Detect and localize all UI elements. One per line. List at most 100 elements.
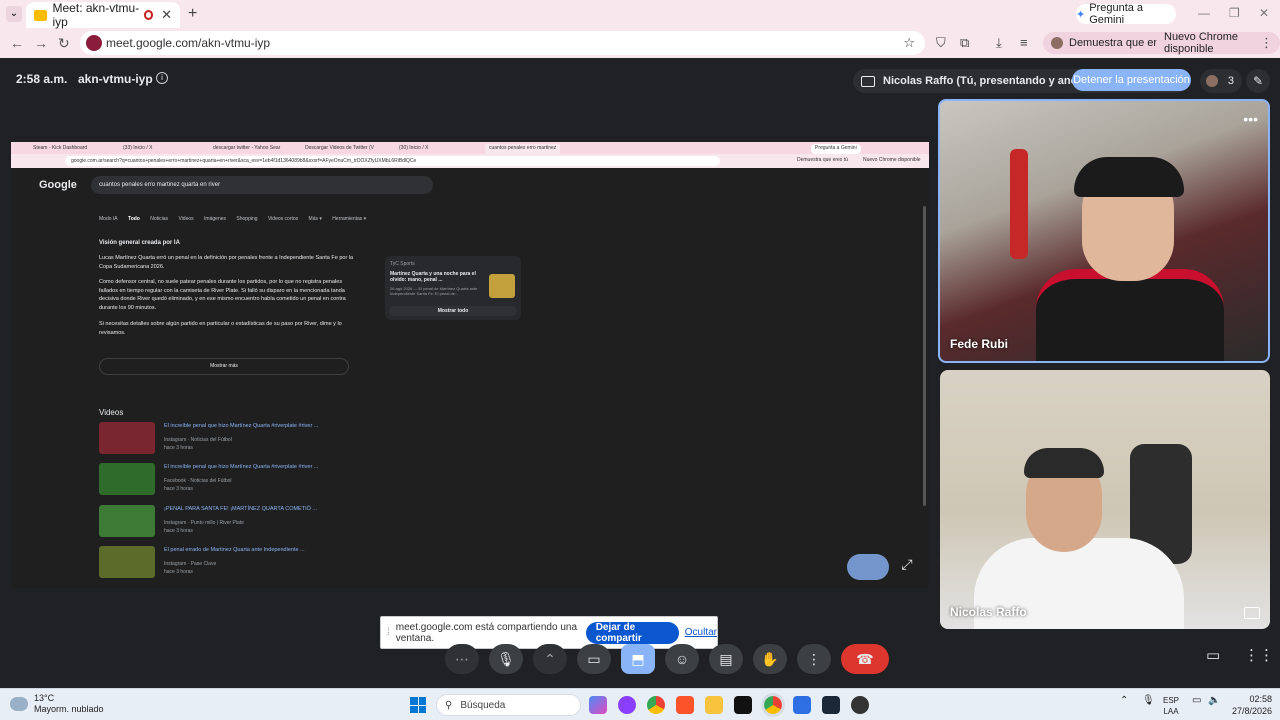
meeting-time: 2:58 a.m.	[16, 72, 68, 86]
clock-date: 27/8/2026	[1231, 706, 1272, 716]
video-source: Facebook · Noticias del Fútbol	[164, 478, 232, 484]
obs-icon[interactable]	[851, 696, 869, 714]
shared-tab: (33) Inicio / X	[123, 145, 153, 151]
reading-list-icon[interactable]: ≡	[1020, 35, 1028, 50]
gemini-icon: ✦	[1076, 8, 1086, 21]
steam-icon[interactable]	[822, 696, 840, 714]
update-label: Nuevo Chrome disponible	[1164, 31, 1238, 55]
bookmark-star-icon[interactable]: ☆	[903, 35, 915, 51]
participant-tile[interactable]: ••• Fede Rubi	[938, 99, 1270, 363]
ask-gemini-button[interactable]: ✦ Pregunta a Gemini	[1076, 2, 1176, 26]
audio-options-icon[interactable]: ⌃	[533, 644, 567, 674]
browser-chrome: ⌄ Meet: akn-vtmu-iyp ✕ + ✦ Pregunta a Ge…	[0, 0, 1280, 58]
chat-icon[interactable]: ▭	[1206, 646, 1220, 664]
show-more: Mostrar más	[99, 358, 349, 375]
extension-icon[interactable]: ⛉	[936, 35, 946, 51]
tab-meet[interactable]: Meet: akn-vtmu-iyp ✕	[26, 1, 180, 29]
microphone-icon[interactable]: 🎙	[489, 644, 523, 674]
site-info-icon[interactable]	[86, 35, 102, 51]
tray-chevron-icon[interactable]: ⌃	[1120, 695, 1128, 706]
shared-tab-strip: Steam - Kick Dashboard (33) Inicio / X d…	[11, 142, 929, 154]
video-title: El increíble penal que hizo Martínez Qua…	[164, 423, 319, 429]
meet-favicon-icon	[34, 9, 47, 21]
weather-widget[interactable]: 13°C Mayorm. nublado	[10, 693, 104, 715]
filter: Shopping	[236, 216, 258, 222]
taskbar-search[interactable]: ⚲ Búsqueda	[436, 694, 581, 716]
file-explorer-icon[interactable]	[705, 696, 723, 714]
video-meta: Facebook · Noticias del Fútbol hace 3 hor…	[164, 477, 232, 493]
lang-top: ESP	[1163, 696, 1180, 705]
annotate-pen-icon[interactable]: ✎	[1246, 69, 1270, 93]
tab-title: Meet: akn-vtmu-iyp	[52, 1, 140, 29]
google-results: Google cuantos penales erro martinez qua…	[11, 168, 929, 588]
start-windows-icon[interactable]	[410, 697, 426, 713]
tab-search-button[interactable]: ⌄	[6, 6, 22, 22]
pip-icon[interactable]	[1244, 607, 1260, 619]
download-icon[interactable]: ⤓	[996, 35, 1002, 51]
captions-icon[interactable]: ▤	[709, 644, 743, 674]
video-thumbnail	[99, 463, 155, 495]
discord-icon[interactable]	[618, 696, 636, 714]
raise-hand-icon[interactable]: ✋	[753, 644, 787, 674]
shared-tab-active: cuantos penales erro martinez	[485, 144, 561, 154]
search-placeholder: Búsqueda	[460, 699, 506, 711]
volume-icon[interactable]: 🔈	[1208, 695, 1220, 706]
system-clock[interactable]: 02:58 27/8/2026	[1222, 693, 1272, 717]
temperature: 13°C	[34, 693, 55, 703]
address-bar[interactable]: meet.google.com/akn-vtmu-iyp ☆	[80, 31, 925, 55]
video-meta: Instagram · Pase Clave hace 3 horas	[164, 560, 216, 576]
camera-icon[interactable]: ▭	[577, 644, 611, 674]
tray-mic-icon[interactable]: 🎙	[1142, 695, 1155, 706]
tradingview-icon[interactable]	[734, 696, 752, 714]
lang-bottom: LAA	[1163, 707, 1179, 716]
language-indicator[interactable]: ESP LAA	[1163, 695, 1179, 717]
profile-avatar-icon	[1051, 37, 1063, 49]
chrome-icon[interactable]	[647, 696, 665, 714]
meeting-info-icon[interactable]: i	[156, 72, 168, 84]
brave-icon[interactable]	[676, 696, 694, 714]
shared-update: Nuevo Chrome disponible	[863, 157, 921, 163]
activities-grid-icon[interactable]: ⋮⋮	[1244, 646, 1274, 664]
leave-call-icon[interactable]: ☎	[841, 644, 889, 674]
participants-button[interactable]: 3	[1200, 69, 1242, 93]
emoji-reaction-icon[interactable]: ☺	[665, 644, 699, 674]
present-screen-icon[interactable]: ⬒	[621, 644, 655, 674]
source-card: TyC Sports Martínez Quarta y una noche p…	[385, 256, 521, 320]
extensions-puzzle-icon[interactable]: ⧉	[960, 35, 969, 51]
google-logo: Google	[39, 179, 77, 191]
video-thumbnail	[99, 546, 155, 578]
more-actions-icon[interactable]: ⋮	[797, 644, 831, 674]
stop-presenting-button[interactable]: Detener la presentación	[1072, 69, 1191, 91]
more-options-icon[interactable]: ⋯	[445, 644, 479, 674]
hide-link[interactable]: Ocultar	[685, 627, 717, 638]
shield-icon[interactable]	[793, 696, 811, 714]
video-source: Instagram · Noticias del Fútbol	[164, 437, 232, 443]
floating-annotation-button[interactable]	[847, 554, 889, 580]
participant-name: Fede Rubi	[950, 337, 1009, 351]
minimize-icon[interactable]: —	[1198, 6, 1210, 20]
shared-tab: Descargar Videos de Twitter (V	[305, 145, 375, 151]
video-result: El penal errado de Martinez Quarta ante …	[99, 546, 359, 580]
expand-icon[interactable]: ⤢	[896, 556, 918, 578]
maximize-icon[interactable]: ❐	[1229, 6, 1240, 20]
reload-icon[interactable]: ↻	[58, 35, 70, 52]
stop-sharing-button[interactable]: Dejar de compartir	[585, 621, 679, 644]
video-source: Instagram · Pase Clave	[164, 561, 217, 567]
filter: Herramientas ▾	[332, 216, 367, 222]
participant-tile[interactable]: Nicolas Raffo	[940, 370, 1270, 629]
close-window-icon[interactable]: ✕	[1259, 6, 1269, 20]
ask-gemini-label: Pregunta a Gemini	[1089, 2, 1144, 26]
shared-screen: Steam - Kick Dashboard (33) Inicio / X d…	[11, 142, 929, 588]
tile-more-icon[interactable]: •••	[1243, 111, 1258, 127]
more-menu-icon[interactable]: ⋮	[1260, 35, 1273, 51]
close-tab-icon[interactable]: ✕	[161, 7, 172, 23]
chrome-active-icon[interactable]	[761, 693, 785, 717]
studio-microphone	[1010, 149, 1028, 259]
drag-handle-icon[interactable]: ⁞	[387, 627, 390, 638]
network-icon[interactable]: ▭	[1192, 695, 1201, 706]
copilot-icon[interactable]	[589, 696, 607, 714]
new-tab-button[interactable]: +	[188, 5, 197, 23]
back-icon[interactable]: ←	[10, 35, 24, 51]
forward-icon[interactable]: →	[34, 35, 48, 51]
meeting-code: akn-vtmu-iyp	[78, 72, 153, 86]
